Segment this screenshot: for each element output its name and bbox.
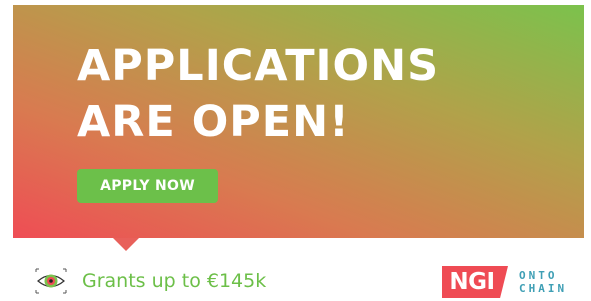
- ngi-logo: NGI: [442, 266, 508, 298]
- grants-info: Grants up to €145k: [34, 266, 266, 296]
- onto-text: ONTO: [519, 269, 558, 282]
- headline-line-2: ARE OPEN!: [77, 97, 350, 147]
- grants-text: Grants up to €145k: [82, 270, 267, 292]
- ngi-logo-text: NGI: [449, 269, 495, 295]
- hero-pointer: [113, 238, 139, 251]
- ngi-ontochain-logo: NGI ONTO CHAIN: [442, 266, 567, 298]
- onto-chain-wordmark: ONTO CHAIN: [519, 269, 567, 295]
- headline: APPLICATIONS ARE OPEN!: [77, 38, 439, 150]
- page: APPLICATIONS ARE OPEN! APPLY NOW Grants …: [0, 0, 591, 301]
- eye-icon: [35, 268, 67, 294]
- chain-text: CHAIN: [519, 282, 568, 295]
- headline-line-1: APPLICATIONS: [77, 41, 440, 91]
- apply-now-button[interactable]: APPLY NOW: [77, 169, 218, 203]
